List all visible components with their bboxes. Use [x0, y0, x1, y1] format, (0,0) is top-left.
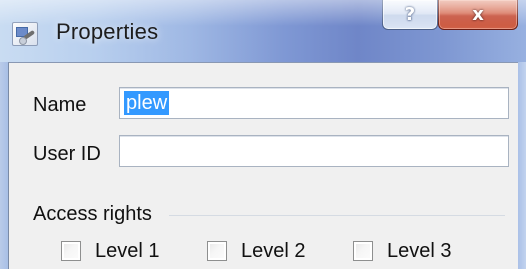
close-button[interactable]: x: [438, 0, 518, 30]
help-button[interactable]: ?: [382, 0, 438, 30]
window-title: Properties: [56, 19, 159, 44]
properties-dialog: Properties ? x Name plew User ID Access …: [0, 0, 526, 269]
name-field-value: plew: [124, 91, 170, 115]
title-bar[interactable]: Properties ? x: [0, 0, 526, 62]
name-label: Name: [33, 94, 87, 116]
access-rights-heading: Access rights: [33, 203, 152, 225]
window-frame-right: [518, 62, 526, 269]
level-1-checkbox[interactable]: [61, 241, 81, 261]
level-2-label: Level 2: [241, 240, 306, 262]
level-3-label: Level 3: [387, 240, 452, 262]
level-2-checkbox[interactable]: [207, 241, 227, 261]
userid-field[interactable]: [119, 135, 509, 167]
properties-app-icon: [12, 22, 38, 46]
userid-label: User ID: [33, 143, 101, 165]
gear-glyph: [19, 37, 27, 45]
level-3-checkbox[interactable]: [353, 241, 373, 261]
help-icon: ?: [404, 3, 416, 25]
window-frame-left: [0, 62, 8, 269]
level-1-label: Level 1: [95, 240, 160, 262]
name-field[interactable]: plew: [119, 87, 509, 119]
close-icon: x: [472, 3, 484, 25]
access-rights-divider: [169, 215, 505, 216]
dialog-content: Name plew User ID Access rights Level 1 …: [8, 62, 518, 269]
